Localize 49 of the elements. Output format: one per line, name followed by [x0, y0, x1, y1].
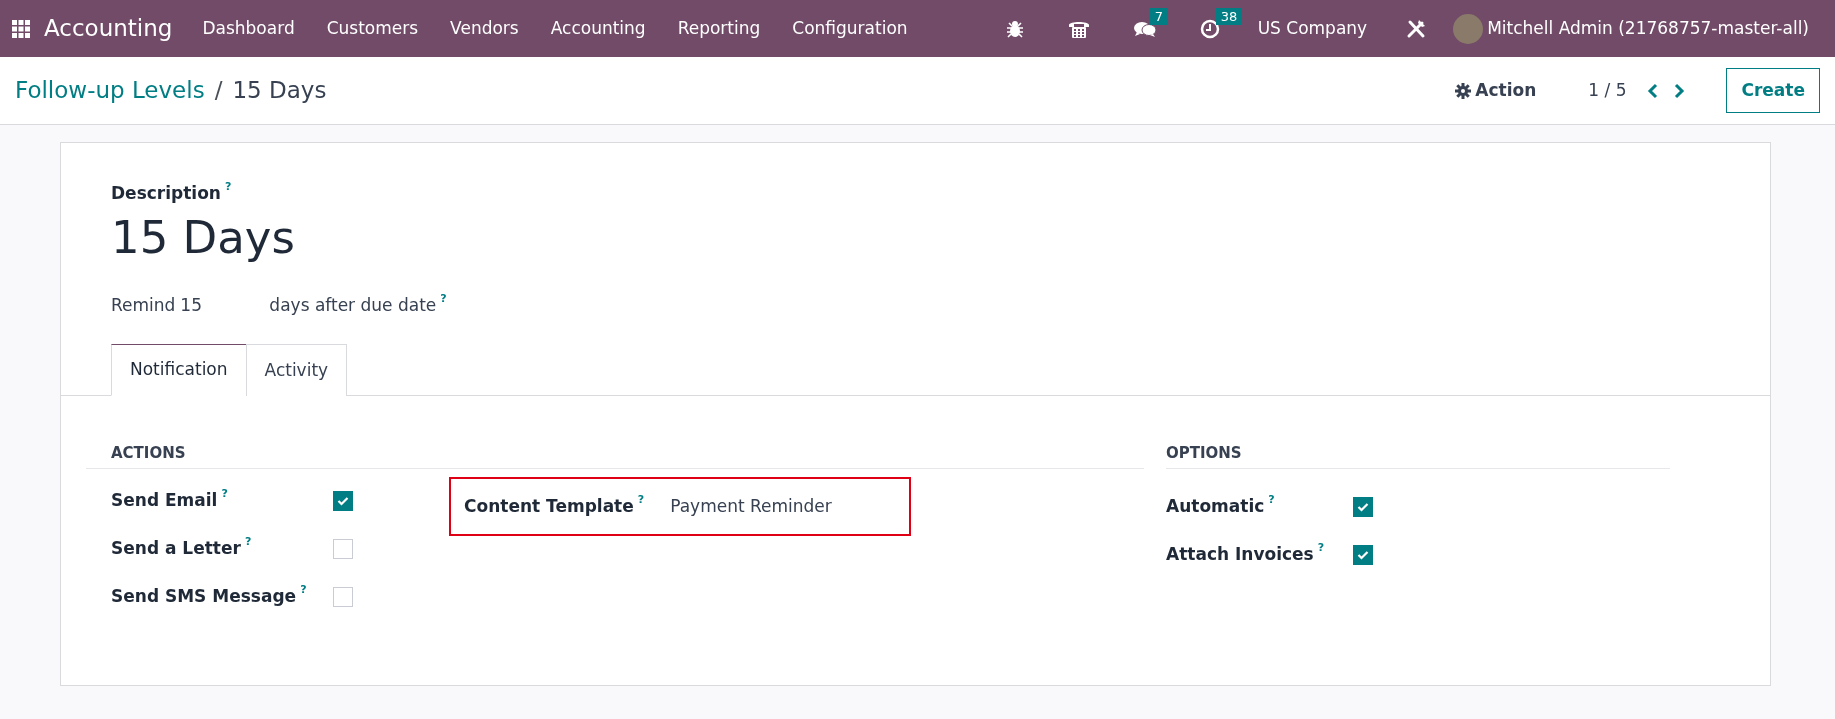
field-label: Attach Invoices ? — [1166, 542, 1325, 567]
previous-icon[interactable] — [1646, 82, 1659, 99]
field-label: Send SMS Message ? — [111, 584, 307, 609]
field-label: days after due date ? — [269, 292, 447, 317]
bug-icon[interactable] — [1005, 20, 1024, 38]
menu-item[interactable]: Dashboard — [186, 15, 311, 42]
form-tab[interactable]: Activity — [245, 344, 348, 396]
form-tab[interactable]: Notification — [111, 344, 247, 396]
field-label: Automatic ? — [1166, 494, 1275, 519]
section-heading: ACTIONS — [86, 441, 1144, 469]
checkbox[interactable] — [333, 491, 353, 511]
create-button[interactable]: Create — [1726, 67, 1820, 114]
breadcrumb-link[interactable]: Follow-up Levels — [15, 73, 205, 108]
field-value: Payment Reminder — [670, 494, 832, 518]
checkmark-icon — [1357, 550, 1369, 560]
menu-item[interactable]: Customers — [310, 15, 435, 42]
field-label: Remind — [111, 293, 176, 317]
chat-icon[interactable] — [1133, 20, 1156, 38]
menu-item[interactable]: Reporting — [661, 15, 777, 42]
user-menu[interactable]: Mitchell Admin (21768757-master-all) — [1449, 13, 1825, 44]
breadcrumb-current: 15 Days — [232, 76, 327, 106]
next-icon[interactable] — [1674, 82, 1687, 99]
field-label: Send Email ? — [111, 488, 228, 513]
phone-icon[interactable] — [1067, 19, 1090, 39]
action-menu-button[interactable]: Action — [1449, 76, 1543, 105]
pager-value: 1 / 5 — [1588, 78, 1627, 102]
message-count: 7 — [1149, 7, 1168, 26]
field-label: Content Template ? — [464, 493, 645, 518]
app-title: Accounting — [44, 14, 173, 44]
days-input-field[interactable]: 15 — [175, 292, 266, 318]
menu-item[interactable]: Vendors — [434, 15, 535, 42]
field-label: Send a Letter ? — [111, 536, 252, 561]
avatar — [1453, 13, 1484, 44]
checkmark-icon — [337, 496, 349, 506]
clock-icon[interactable] — [1199, 19, 1220, 39]
menu-item[interactable]: Configuration — [776, 15, 924, 42]
checkbox[interactable] — [1353, 545, 1373, 565]
apps-menu-icon[interactable] — [12, 19, 30, 38]
gear-icon — [1455, 82, 1472, 99]
activity-count: 38 — [1215, 7, 1243, 26]
record-title: 15 Days — [111, 210, 296, 265]
breadcrumb-separator: / — [214, 76, 223, 106]
section-heading: OPTIONS — [1166, 441, 1670, 469]
checkmark-icon — [1357, 502, 1369, 512]
menu-item[interactable]: Accounting — [534, 15, 662, 42]
checkbox[interactable] — [1353, 497, 1373, 517]
company-switcher[interactable]: US Company — [1241, 15, 1384, 42]
field-label: Description ? — [111, 181, 232, 205]
tools-icon[interactable] — [1405, 18, 1428, 40]
